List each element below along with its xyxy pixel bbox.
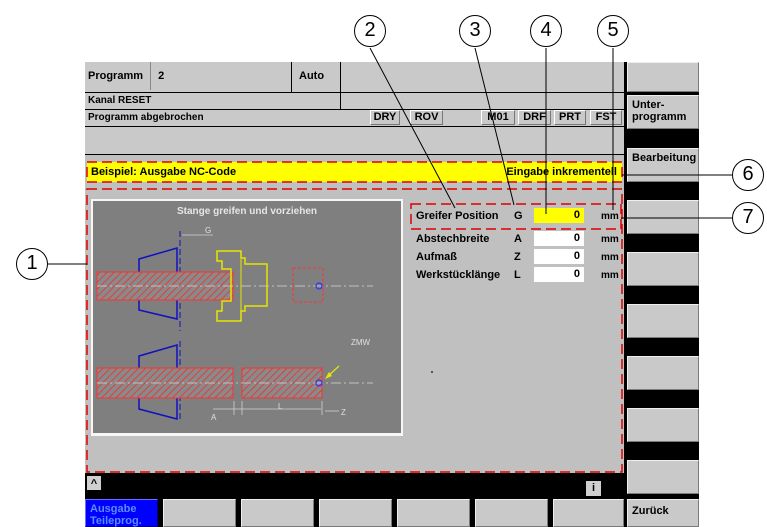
recall-icon[interactable]: ^ (87, 476, 101, 490)
param-unit-g: mm (601, 211, 619, 222)
softkey-v5[interactable] (627, 252, 699, 286)
input-mode-text: Eingabe inkrementell (506, 166, 617, 178)
graphic-label-l: L (278, 402, 283, 411)
softkey-h3[interactable] (241, 499, 314, 527)
info-icon[interactable]: i (586, 481, 601, 496)
param-address-l: L (514, 269, 521, 281)
dialog-title: Beispiel: Ausgabe NC-Code (91, 166, 237, 178)
param-label-werkstuecklaenge: Werkstücklänge (416, 269, 501, 281)
flag-fst: FST (590, 110, 622, 125)
aufmass-input[interactable]: 0 (534, 249, 584, 264)
callout-6: 6 (732, 159, 764, 191)
callout-3: 3 (459, 15, 491, 47)
alarm-line (341, 93, 624, 109)
program-label: Programm (88, 70, 144, 82)
softkey-h4[interactable] (319, 499, 392, 527)
param-label-aufmass: Aufmaß (416, 251, 457, 263)
callout-2: 2 (354, 15, 386, 47)
softkey-v9[interactable] (627, 460, 699, 494)
param-unit-l: mm (601, 270, 619, 281)
channel-status: Kanal RESET (85, 93, 340, 109)
graphic-label-g: G (205, 226, 212, 235)
softkey-v8[interactable] (627, 408, 699, 442)
graphic-label-a: A (211, 413, 217, 422)
turning-diagram (96, 231, 373, 421)
callout-1: 1 (16, 248, 48, 280)
graphic-label-zmw: ZMW (351, 338, 371, 347)
greifer-position-input[interactable]: 0 (534, 208, 584, 223)
program-number: 2 (158, 70, 165, 82)
softkey-bearbeitung[interactable]: Bearbeitung (627, 148, 699, 182)
header-spacer (85, 127, 624, 154)
softkey-v-top[interactable] (627, 62, 699, 92)
callout-7: 7 (732, 202, 764, 234)
flag-dry: DRY (370, 110, 400, 125)
softkey-unterprogramm[interactable]: Unter- programm (627, 95, 699, 129)
werkstuecklaenge-input[interactable]: 0 (534, 267, 584, 282)
param-unit-a: mm (601, 234, 619, 245)
dot-marker (431, 371, 433, 373)
callout-4: 4 (530, 15, 562, 47)
callout-5: 5 (597, 15, 629, 47)
graphic-label-z: Z (341, 408, 346, 417)
flag-prt: PRT (554, 110, 586, 125)
mode-display: Auto (292, 62, 340, 92)
header-empty (341, 62, 624, 92)
help-graphic: Stange greifen und vorziehen G ZMW A L Z (93, 201, 401, 433)
softkey-zurueck[interactable]: Zurück (627, 499, 699, 527)
softkey-h7[interactable] (553, 499, 624, 527)
softkey-h2[interactable] (163, 499, 236, 527)
flag-rov: ROV (410, 110, 443, 125)
graphic-title: Stange greifen und vorziehen (176, 206, 318, 217)
param-label-greifer-position: Greifer Position (416, 210, 499, 222)
softkey-v7[interactable] (627, 356, 699, 390)
softkey-v4[interactable] (627, 200, 699, 234)
softkey-h6[interactable] (475, 499, 548, 527)
abstechbreite-input[interactable]: 0 (534, 231, 584, 246)
param-address-g: G (514, 210, 523, 222)
program-field: Programm 2 (85, 62, 291, 92)
title-bar: Beispiel: Ausgabe NC-Code Eingabe inkrem… (87, 162, 622, 182)
softkey-ausgabe-teileprog[interactable]: Ausgabe Teileprog. (85, 499, 158, 527)
softkey-v6[interactable] (627, 304, 699, 338)
flag-drf: DRF (518, 110, 551, 125)
param-unit-z: mm (601, 252, 619, 263)
softkey-h5[interactable] (397, 499, 470, 527)
flag-m01: M01 (481, 110, 515, 125)
param-address-z: Z (514, 251, 521, 263)
param-address-a: A (514, 233, 522, 245)
bottom-bar (85, 474, 624, 498)
param-label-abstechbreite: Abstechbreite (416, 233, 490, 245)
